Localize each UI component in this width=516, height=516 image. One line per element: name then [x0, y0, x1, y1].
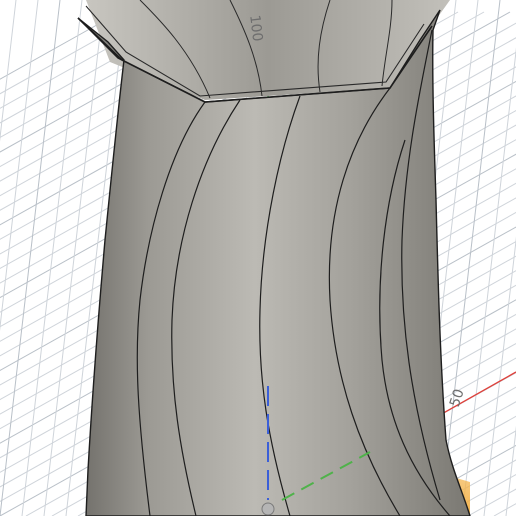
- origin-point[interactable]: [261, 502, 275, 516]
- vase-body[interactable]: [77, 0, 471, 516]
- viewport-scene[interactable]: [0, 0, 516, 516]
- grid-line: [483, 236, 516, 516]
- grid-line: [21, 0, 83, 516]
- grid-line: [439, 0, 501, 516]
- 3d-viewport[interactable]: 100 50: [0, 0, 516, 516]
